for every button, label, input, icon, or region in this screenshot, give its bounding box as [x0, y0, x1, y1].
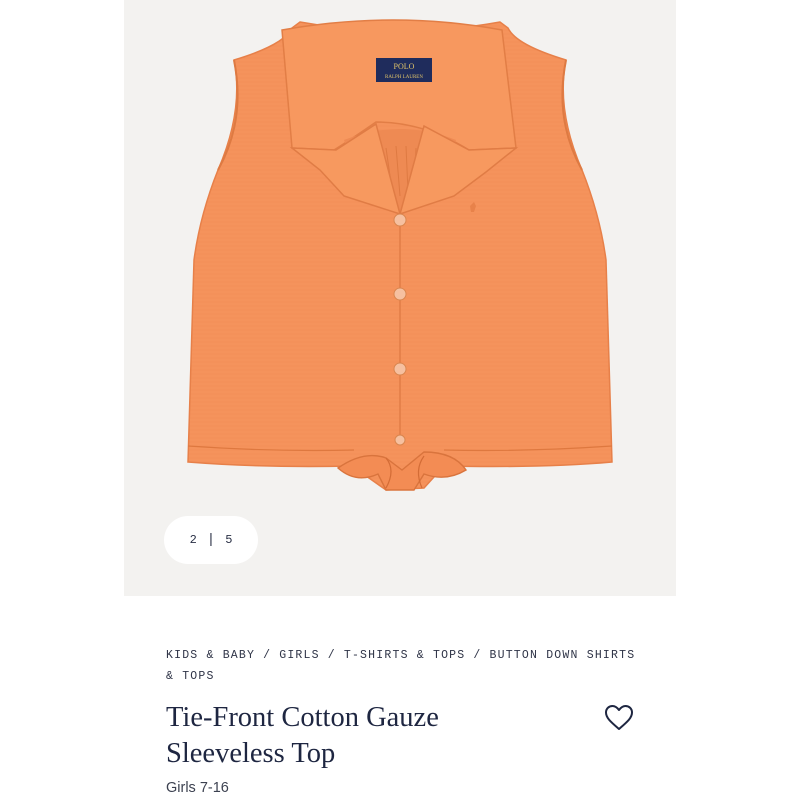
product-image: POLO RALPH LAUREN	[187, 19, 613, 491]
image-counter-total: 5	[225, 533, 233, 547]
image-counter-current: 2	[189, 533, 197, 547]
product-gallery[interactable]: POLO RALPH LAUREN 2 | 5	[124, 0, 676, 596]
breadcrumb-link-girls[interactable]: GIRLS	[279, 649, 320, 662]
image-counter[interactable]: 2 | 5	[164, 516, 258, 564]
breadcrumb-separator: /	[263, 649, 272, 662]
breadcrumb-link-tshirts-tops[interactable]: T-SHIRTS & TOPS	[344, 649, 466, 662]
product-size-range: Girls 7-16	[166, 780, 229, 796]
logo-label-line2: RALPH LAUREN	[385, 75, 423, 80]
logo-label-line1: POLO	[394, 62, 415, 71]
image-counter-separator: |	[206, 532, 216, 548]
breadcrumb-separator: /	[327, 649, 336, 662]
product-title: Tie-Front Cotton Gauze Sleeveless Top	[166, 702, 439, 769]
heart-outline-icon[interactable]	[603, 702, 635, 734]
breadcrumb-separator: /	[473, 649, 482, 662]
breadcrumb-link-kids-baby[interactable]: KIDS & BABY	[166, 649, 255, 662]
product-page: POLO RALPH LAUREN 2 | 5 KIDS & BABY / GIRL…	[124, 0, 676, 800]
breadcrumb: KIDS & BABY / GIRLS / T-SHIRTS & TOPS / BUTTON…	[166, 645, 636, 687]
